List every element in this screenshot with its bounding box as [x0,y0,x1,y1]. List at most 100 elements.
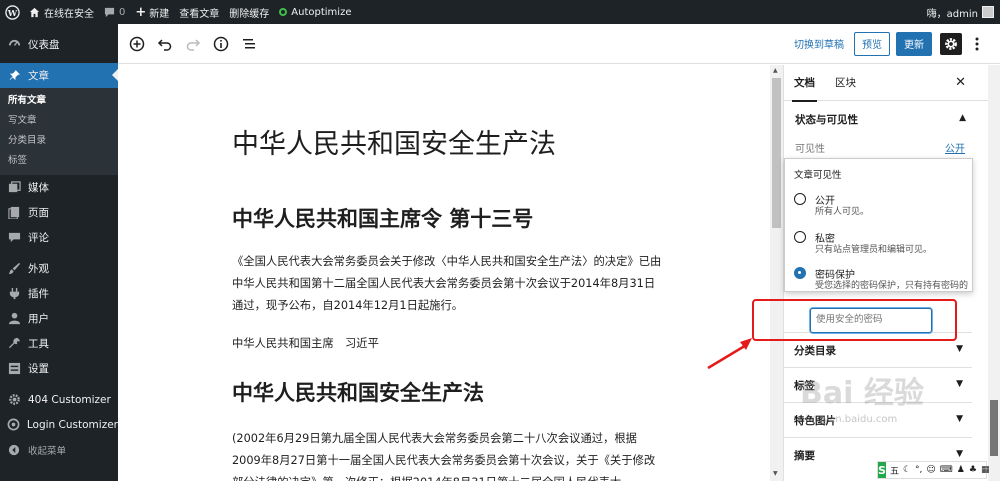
tab-block[interactable]: 区块 [825,65,866,101]
update-button[interactable]: 更新 [896,31,932,56]
keyboard-icon[interactable]: ⌨ [940,465,953,475]
radio-password[interactable] [794,267,806,279]
submenu-categories[interactable]: 分类目录 [0,131,118,151]
plus-icon: + [135,4,147,20]
submenu-new-post[interactable]: 写文章 [0,111,118,131]
highlight-box [752,299,957,341]
content-scrollbar[interactable]: ▲ ▼ [770,65,783,481]
avatar [982,6,994,18]
menu-settings-label: 设置 [28,363,49,375]
add-block-button[interactable] [124,31,150,57]
view-post-link[interactable]: 查看文章 [174,0,224,24]
visibility-toggle-link[interactable]: 公开 [945,140,965,155]
new-content-link[interactable]: + 新建 [130,0,174,24]
ime-toolbar[interactable]: S 五 ☾ °, ☺ ⌨ ♟ ♣ ▦ [877,461,990,479]
radio-public[interactable] [794,193,806,205]
menu-plugins[interactable]: 插件 [0,281,118,306]
menu-users[interactable]: 用户 [0,306,118,331]
tab-document[interactable]: 文档 [784,65,825,102]
moon-icon[interactable]: ☾ [903,465,911,475]
scrollbar-thumb[interactable] [772,78,781,228]
emoji-icon[interactable]: ☺ [926,465,935,475]
grid-icon[interactable]: ▦ [981,465,990,475]
punctuation-icon[interactable]: °, [915,465,922,475]
menu-settings[interactable]: 设置 [0,356,118,381]
menu-login-customizer[interactable]: Login Customizer [0,412,118,437]
more-vertical-icon [975,37,979,50]
wrench-icon [6,336,22,352]
page-icon [6,205,22,221]
user-icon[interactable]: ♟ [957,465,965,475]
panel-label: 摘要 [794,449,815,462]
menu-posts-label: 文章 [28,70,49,82]
heading-block[interactable]: 中华人民共和国安全生产法 [232,377,484,407]
watermark-url: jingyan.baidu.com [805,414,898,425]
scroll-down-icon[interactable]: ▼ [773,470,778,477]
switch-to-draft-button[interactable]: 切换到草稿 [794,36,844,51]
info-icon [213,36,229,51]
site-name-link[interactable]: 在线在安全 [24,0,99,24]
admin-menu: 仪表盘 文章 所有文章 写文章 分类目录 标签 媒体 页面 评论 外观 插件 用… [0,24,118,481]
ime-mode[interactable]: 五 [890,464,899,477]
option-help: 所有人可见。 [815,207,870,217]
option-help: 只有站点管理员和编辑可见。 [815,245,933,255]
close-icon[interactable]: ✕ [955,75,966,90]
autoptimize-link[interactable]: Autoptimize [274,0,356,24]
comment-icon [104,7,115,17]
menu-tools[interactable]: 工具 [0,331,118,356]
wordpress-logo-icon[interactable]: W [0,0,24,24]
status-visibility-panel-toggle[interactable]: 状态与可见性 ▲ [784,101,988,137]
account-menu[interactable]: 嗨，admin [922,0,1000,24]
comments-link[interactable]: 0 [99,0,130,24]
scroll-up-icon[interactable]: ▲ [773,67,778,74]
collapse-menu-label: 收起菜单 [28,445,67,457]
paragraph-block[interactable]: 《全国人民代表大会常务委员会关于修改〈中华人民共和国安全生产法〉的决定》已由中华… [232,251,662,317]
posts-submenu: 所有文章 写文章 分类目录 标签 [0,88,118,175]
menu-login-label: Login Customizer [26,418,118,431]
chevron-down-icon: ▼ [956,379,963,389]
menu-tools-label: 工具 [28,338,49,350]
chevron-down-icon: ▼ [956,344,963,354]
brush-icon [6,261,22,277]
paragraph-block[interactable]: 中华人民共和国主席 习近平 [232,333,662,355]
radio-private[interactable] [794,231,806,243]
more-options-button[interactable] [968,32,986,56]
user-icon [6,311,22,327]
preview-button[interactable]: 预览 [854,31,890,56]
submenu-all-posts[interactable]: 所有文章 [0,91,118,111]
menu-posts[interactable]: 文章 [0,63,118,88]
panel-label: 分类目录 [794,344,836,357]
pin-icon [6,68,22,84]
status-circle-icon [279,8,288,16]
details-button[interactable] [208,31,234,57]
gear-icon [945,37,957,50]
comment-icon [6,230,22,246]
scrollbar-thumb[interactable] [990,400,998,456]
menu-404-customizer[interactable]: 404 Customizer [0,387,118,412]
plus-circle-icon [129,36,145,51]
menu-pages[interactable]: 页面 [0,200,118,225]
menu-dashboard[interactable]: 仪表盘 [0,32,118,57]
visibility-popover: 文章可见性 公开 所有人可见。 私密 只有站点管理员和编辑可见。 密码保护 受您… [784,158,973,292]
greeting-text: 嗨，admin [926,8,978,20]
clear-cache-link[interactable]: 删除缓存 [224,0,274,24]
submenu-tags[interactable]: 标签 [0,151,118,171]
shirt-icon[interactable]: ♣ [969,465,977,475]
paragraph-block[interactable]: (2002年6月29日第九届全国人民代表大会常务委员会第二十八次会议通过，根据2… [232,428,662,481]
menu-appearance[interactable]: 外观 [0,256,118,281]
post-title[interactable]: 中华人民共和国安全生产法 [232,122,556,161]
menu-media[interactable]: 媒体 [0,175,118,200]
settings-toggle-button[interactable] [940,32,962,55]
menu-appearance-label: 外观 [28,263,49,275]
collapse-menu-button[interactable]: 收起菜单 [0,437,118,462]
sidebar-scrollbar[interactable] [988,65,1000,481]
sogou-logo-icon: S [878,462,886,478]
menu-comments[interactable]: 评论 [0,225,118,250]
list-view-icon [243,38,255,48]
undo-button[interactable] [152,31,178,57]
menu-pages-label: 页面 [28,207,49,219]
option-label: 私密 [815,234,835,245]
heading-block[interactable]: 中华人民共和国主席令 第十三号 [232,203,533,233]
redo-button[interactable] [180,31,206,57]
outline-button[interactable] [236,31,262,57]
